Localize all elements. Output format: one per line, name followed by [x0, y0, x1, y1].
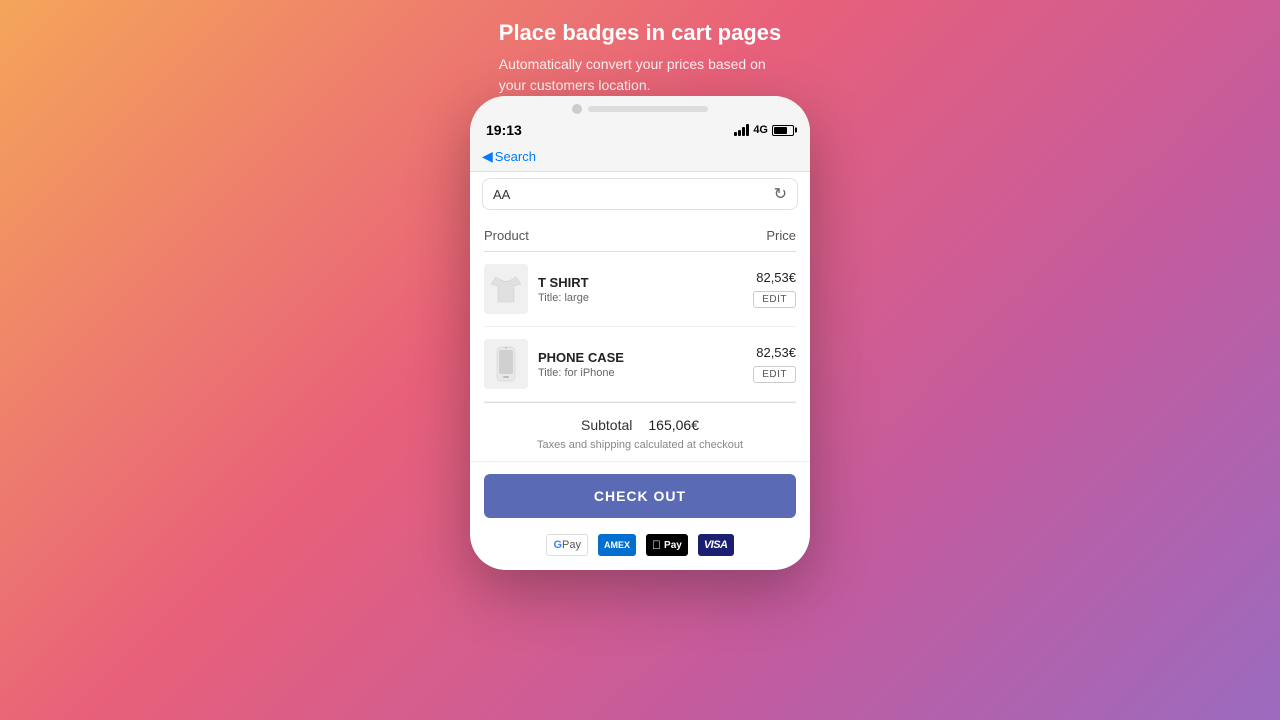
phone-top-bar: 19:13 4G: [470, 96, 810, 144]
back-button[interactable]: ◀ Search: [482, 148, 536, 165]
phone-notch: [572, 104, 708, 114]
subtotal-value: 165,06€: [648, 417, 699, 433]
back-arrow-icon: ◀: [482, 148, 493, 165]
tshirt-price: 82,53€: [756, 270, 796, 285]
phonecase-edit-button[interactable]: EDIT: [753, 366, 796, 383]
googlepay-badge: GPay: [546, 534, 588, 556]
phonecase-right: 82,53€ EDIT: [753, 345, 796, 383]
status-icons: 4G: [734, 124, 794, 136]
tshirt-title: Title: large: [538, 292, 743, 304]
subtotal-label: Subtotal: [581, 417, 632, 433]
subtotal-row: Subtotal 165,06€: [484, 417, 796, 433]
subtotal-section: Subtotal 165,06€ Taxes and shipping calc…: [470, 403, 810, 462]
battery-icon: [772, 125, 794, 136]
notch-dot: [572, 104, 582, 114]
tshirt-details: T SHIRT Title: large: [538, 275, 743, 304]
status-time: 19:13: [486, 122, 522, 138]
page-subtitle: Automatically convert your prices based …: [499, 54, 781, 96]
back-label: Search: [495, 149, 536, 164]
tshirt-right: 82,53€ EDIT: [753, 270, 796, 308]
applepay-badge:  Pay: [646, 534, 688, 556]
tax-note: Taxes and shipping calculated at checkou…: [484, 439, 796, 451]
phonecase-title: Title: for iPhone: [538, 367, 743, 379]
signal-icon: [734, 124, 749, 136]
cart-content: Product Price T SHIRT Title: large 82,53…: [470, 218, 810, 402]
tshirt-edit-button[interactable]: EDIT: [753, 291, 796, 308]
cart-item-tshirt: T SHIRT Title: large 82,53€ EDIT: [484, 252, 796, 327]
amex-badge: AMEX: [598, 534, 636, 556]
cart-item-phonecase: PHONE CASE Title: for iPhone 82,53€ EDIT: [484, 327, 796, 402]
nav-bar: ◀ Search: [470, 144, 810, 172]
payment-icons: GPay AMEX  Pay VISA: [470, 528, 810, 570]
product-column-header: Product: [484, 228, 529, 243]
phonecase-image: [484, 339, 528, 389]
phone-mockup: 19:13 4G ◀ Search AA ↻: [470, 96, 810, 570]
tshirt-icon: [491, 272, 521, 306]
phonecase-details: PHONE CASE Title: for iPhone: [538, 350, 743, 379]
refresh-icon[interactable]: ↻: [774, 184, 787, 204]
price-column-header: Price: [766, 228, 796, 243]
phonecase-price: 82,53€: [756, 345, 796, 360]
status-bar: 19:13 4G: [486, 118, 794, 144]
page-title: Place badges in cart pages: [499, 20, 781, 46]
apple-icon: : [652, 538, 661, 552]
visa-badge: VISA: [698, 534, 734, 556]
address-bar[interactable]: AA ↻: [482, 178, 798, 210]
phonecase-name: PHONE CASE: [538, 350, 743, 365]
phonecase-icon: [495, 346, 517, 382]
checkout-button[interactable]: CHECK OUT: [484, 474, 796, 518]
tshirt-name: T SHIRT: [538, 275, 743, 290]
cart-table-header: Product Price: [484, 218, 796, 252]
tshirt-image: [484, 264, 528, 314]
network-label: 4G: [753, 124, 768, 136]
notch-bar: [588, 106, 708, 112]
address-text: AA: [493, 187, 510, 202]
header-section: Place badges in cart pages Automatically…: [499, 20, 781, 96]
